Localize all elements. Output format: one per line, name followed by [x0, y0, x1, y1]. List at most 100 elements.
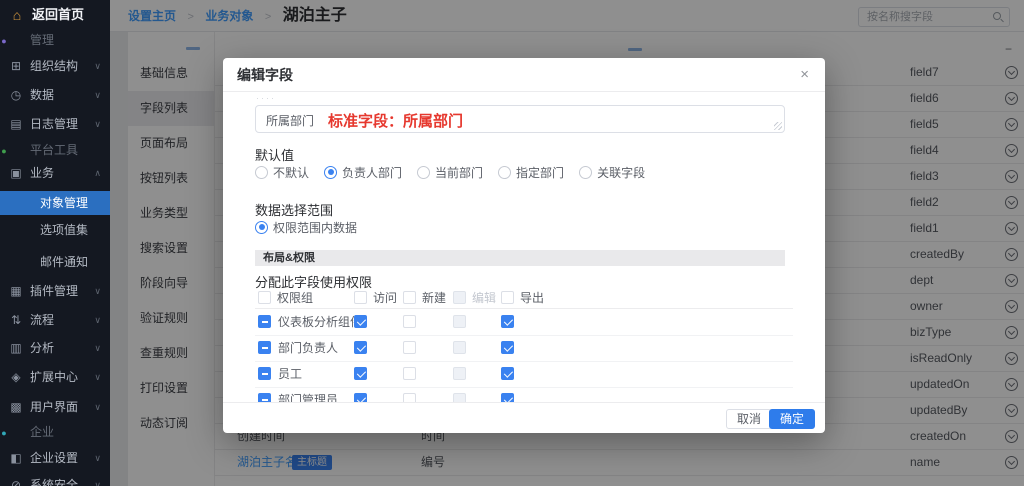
- checkbox-icon[interactable]: [354, 367, 367, 380]
- sidebar-back-home[interactable]: 返回首页: [0, 3, 110, 27]
- checkbox-icon[interactable]: [501, 315, 514, 328]
- sidebar-item-label: 用户界面: [30, 396, 78, 418]
- sidebar-item-analysis[interactable]: 分析: [0, 337, 110, 359]
- sidebar-item-object-management[interactable]: 对象管理: [0, 191, 110, 215]
- checkbox-icon[interactable]: [501, 367, 514, 380]
- radio-icon[interactable]: [255, 166, 268, 179]
- checkbox-icon[interactable]: [403, 341, 416, 354]
- dot-icon: [0, 421, 12, 444]
- checkbox-icon[interactable]: [354, 291, 367, 304]
- perm-col-create: 新建: [403, 289, 446, 306]
- sidebar-item-label: 日志管理: [30, 113, 78, 135]
- radio-option-specified-dept[interactable]: 指定部门: [498, 164, 564, 181]
- checkbox-icon[interactable]: [403, 291, 416, 304]
- group-checkbox-icon[interactable]: [258, 341, 271, 354]
- business-icon: [8, 162, 24, 184]
- sidebar-item-extension-center[interactable]: 扩展中心: [0, 366, 110, 388]
- default-value-label: 默认值: [255, 145, 294, 164]
- dialog-header: 编辑字段 ×: [223, 58, 825, 92]
- resize-handle-icon[interactable]: [774, 122, 782, 130]
- permission-group-name: 部门负责人: [278, 341, 338, 355]
- radio-option-no-default[interactable]: 不默认: [255, 164, 309, 181]
- radio-icon[interactable]: [417, 166, 430, 179]
- checkbox-icon[interactable]: [501, 291, 514, 304]
- checkbox-icon[interactable]: [501, 393, 514, 402]
- perm-col-access: 访问: [354, 289, 397, 306]
- checkbox-icon[interactable]: [453, 393, 466, 402]
- sidebar-item-label: 数据: [30, 84, 54, 106]
- checkbox-icon[interactable]: [403, 315, 416, 328]
- permission-group-name: 员工: [278, 367, 302, 381]
- checkbox-icon[interactable]: [403, 367, 416, 380]
- radio-option-owner-dept[interactable]: 负责人部门: [324, 164, 402, 181]
- checkbox-icon[interactable]: [453, 315, 466, 328]
- checkbox-icon[interactable]: [453, 291, 466, 304]
- radio-label: 关联字段: [597, 164, 645, 181]
- sidebar-item-org-structure[interactable]: 组织结构: [0, 55, 110, 77]
- radio-option-current-dept[interactable]: 当前部门: [417, 164, 483, 181]
- radio-icon[interactable]: [324, 166, 337, 179]
- log-icon: [8, 113, 24, 135]
- sidebar-item-platform-tools[interactable]: 平台工具: [0, 139, 110, 161]
- sidebar-item-label: 企业: [30, 421, 54, 443]
- checkbox-icon[interactable]: [453, 367, 466, 380]
- divider: [255, 308, 793, 309]
- group-checkbox-icon[interactable]: [258, 315, 271, 328]
- radio-icon[interactable]: [498, 166, 511, 179]
- radio-label: 权限范围内数据: [273, 219, 357, 236]
- perm-col-label: 编辑: [472, 289, 496, 306]
- sidebar-item-user-interface[interactable]: 用户界面: [0, 396, 110, 418]
- checkbox-icon[interactable]: [354, 315, 367, 328]
- radio-label: 当前部门: [435, 164, 483, 181]
- sidebar-item-label: 选项值集: [40, 219, 88, 241]
- checkbox-icon[interactable]: [354, 393, 367, 402]
- radio-icon[interactable]: [579, 166, 592, 179]
- checkbox-icon[interactable]: [258, 291, 271, 304]
- sidebar-item-enterprise[interactable]: 企业: [0, 421, 110, 443]
- perm-col-label: 访问: [373, 289, 397, 306]
- default-value-radio-group: 不默认 负责人部门 当前部门 指定部门 关联字段: [255, 165, 645, 179]
- radio-option-related-field[interactable]: 关联字段: [579, 164, 645, 181]
- sidebar-item-label: 平台工具: [30, 139, 78, 161]
- sidebar-item-business[interactable]: 业务: [0, 162, 110, 184]
- sidebar-item-option-value-sets[interactable]: 选项值集: [0, 219, 110, 241]
- sidebar-item-log-management[interactable]: 日志管理: [0, 113, 110, 135]
- sidebar-item-admin[interactable]: 管理: [0, 29, 110, 51]
- radio-icon[interactable]: [255, 221, 268, 234]
- sidebar-item-label: 扩展中心: [30, 366, 78, 388]
- radio-label: 负责人部门: [342, 164, 402, 181]
- group-checkbox-icon[interactable]: [258, 393, 271, 402]
- checkbox-icon[interactable]: [453, 341, 466, 354]
- plugin-icon: [8, 280, 24, 302]
- ui-icon: [8, 396, 24, 418]
- checkbox-icon[interactable]: [354, 341, 367, 354]
- app-root: 设置主页 > 业务对象 > 湖泊主子 按名称搜字段 基础信息 字段列表 页面布局…: [0, 0, 1024, 486]
- sidebar-item-label: 对象管理: [40, 191, 88, 215]
- sidebar-item-mail-notification[interactable]: 邮件通知: [0, 251, 110, 273]
- checkbox-icon[interactable]: [403, 393, 416, 402]
- sidebar-item-plugin-management[interactable]: 插件管理: [0, 280, 110, 302]
- checkbox-icon[interactable]: [501, 341, 514, 354]
- perm-col-label: 导出: [520, 289, 544, 306]
- permission-row-employee: 员工: [223, 367, 825, 381]
- sidebar-item-label: 分析: [30, 337, 54, 359]
- dot-icon: [0, 29, 12, 52]
- sidebar-item-system-security[interactable]: 系统安全: [0, 474, 110, 486]
- back-home-label: 返回首页: [32, 3, 84, 27]
- close-icon[interactable]: ×: [800, 65, 809, 85]
- group-checkbox-icon[interactable]: [258, 367, 271, 380]
- perm-col-export: 导出: [501, 289, 544, 306]
- radio-option-permission-scope-data[interactable]: 权限范围内数据: [255, 219, 357, 236]
- perm-col-label: 权限组: [277, 289, 313, 306]
- permission-row-dept-admin: 部门管理员: [223, 393, 825, 402]
- sidebar-item-label: 系统安全: [30, 474, 78, 486]
- sidebar-item-workflow[interactable]: 流程: [0, 309, 110, 331]
- sidebar-item-label: 管理: [30, 29, 54, 51]
- sidebar-item-enterprise-settings[interactable]: 企业设置: [0, 447, 110, 469]
- confirm-button[interactable]: 确定: [769, 409, 815, 429]
- dialog-body: ···· 所属部门 标准字段：所属部门 默认值 不默认 负责人部门 当前部门 指…: [223, 92, 825, 402]
- sidebar-item-label: 插件管理: [30, 280, 78, 302]
- field-name-input[interactable]: 所属部门 标准字段：所属部门: [255, 105, 785, 133]
- cancel-button[interactable]: 取消: [726, 409, 772, 429]
- sidebar-item-data[interactable]: 数据: [0, 84, 110, 106]
